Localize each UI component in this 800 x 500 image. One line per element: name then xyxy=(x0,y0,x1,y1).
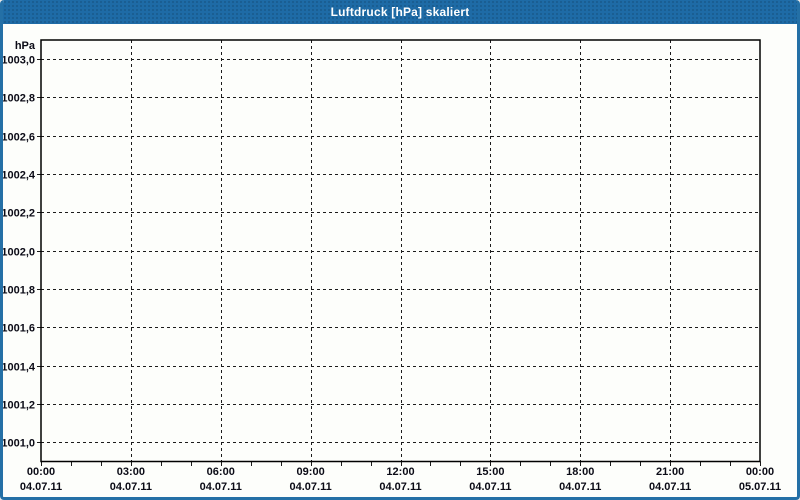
y-tick-label: 1002,2 xyxy=(3,208,35,220)
plot-border xyxy=(40,39,761,463)
x-time-label: 09:00 xyxy=(297,466,325,478)
x-date-label: 04.07.11 xyxy=(20,481,62,493)
x-date-label: 04.07.11 xyxy=(649,481,691,493)
y-tick-label: 1001,0 xyxy=(3,438,35,450)
x-date-label: 04.07.11 xyxy=(200,481,242,493)
y-tick-label: 1002,0 xyxy=(3,247,35,259)
x-time-label: 12:00 xyxy=(386,466,414,478)
x-time-label: 06:00 xyxy=(207,466,235,478)
y-tick-label: 1003,0 xyxy=(3,55,35,67)
x-date-label: 04.07.11 xyxy=(290,481,332,493)
pressure-chart: 1003,0 1002,8 1002,6 1002,4 1002,2 1002,0 1001… xyxy=(3,39,781,493)
x-time-label: 00:00 xyxy=(27,466,55,478)
title-bar: Luftdruck [hPa] skaliert xyxy=(3,0,797,24)
y-axis-unit-label: hPa xyxy=(15,40,36,52)
y-tick-label: 1001,4 xyxy=(3,362,36,374)
y-tick-label: 1001,2 xyxy=(3,400,35,412)
x-time-label: 15:00 xyxy=(476,466,504,478)
y-tick-label: 1001,6 xyxy=(3,323,35,335)
x-date-label: 04.07.11 xyxy=(110,481,152,493)
x-date-label: 04.07.11 xyxy=(559,481,601,493)
x-date-label: 05.07.11 xyxy=(739,481,781,493)
x-date-label: 04.07.11 xyxy=(379,481,421,493)
x-time-label: 21:00 xyxy=(656,466,684,478)
y-tick-label: 1001,8 xyxy=(3,285,35,297)
x-time-label: 18:00 xyxy=(566,466,594,478)
y-tick-label: 1002,8 xyxy=(3,93,35,105)
x-time-label: 00:00 xyxy=(746,466,774,478)
chart-title: Luftdruck [hPa] skaliert xyxy=(330,5,470,19)
x-date-label: 04.07.11 xyxy=(469,481,511,493)
x-time-label: 03:00 xyxy=(117,466,145,478)
chart-area: 1003,0 1002,8 1002,6 1002,4 1002,2 1002,0 1001… xyxy=(3,24,797,497)
y-tick-label: 1002,4 xyxy=(3,170,36,182)
y-tick-label: 1002,6 xyxy=(3,132,35,144)
chart-window: Luftdruck [hPa] skaliert 1003,0 1002,8 100… xyxy=(0,0,800,500)
